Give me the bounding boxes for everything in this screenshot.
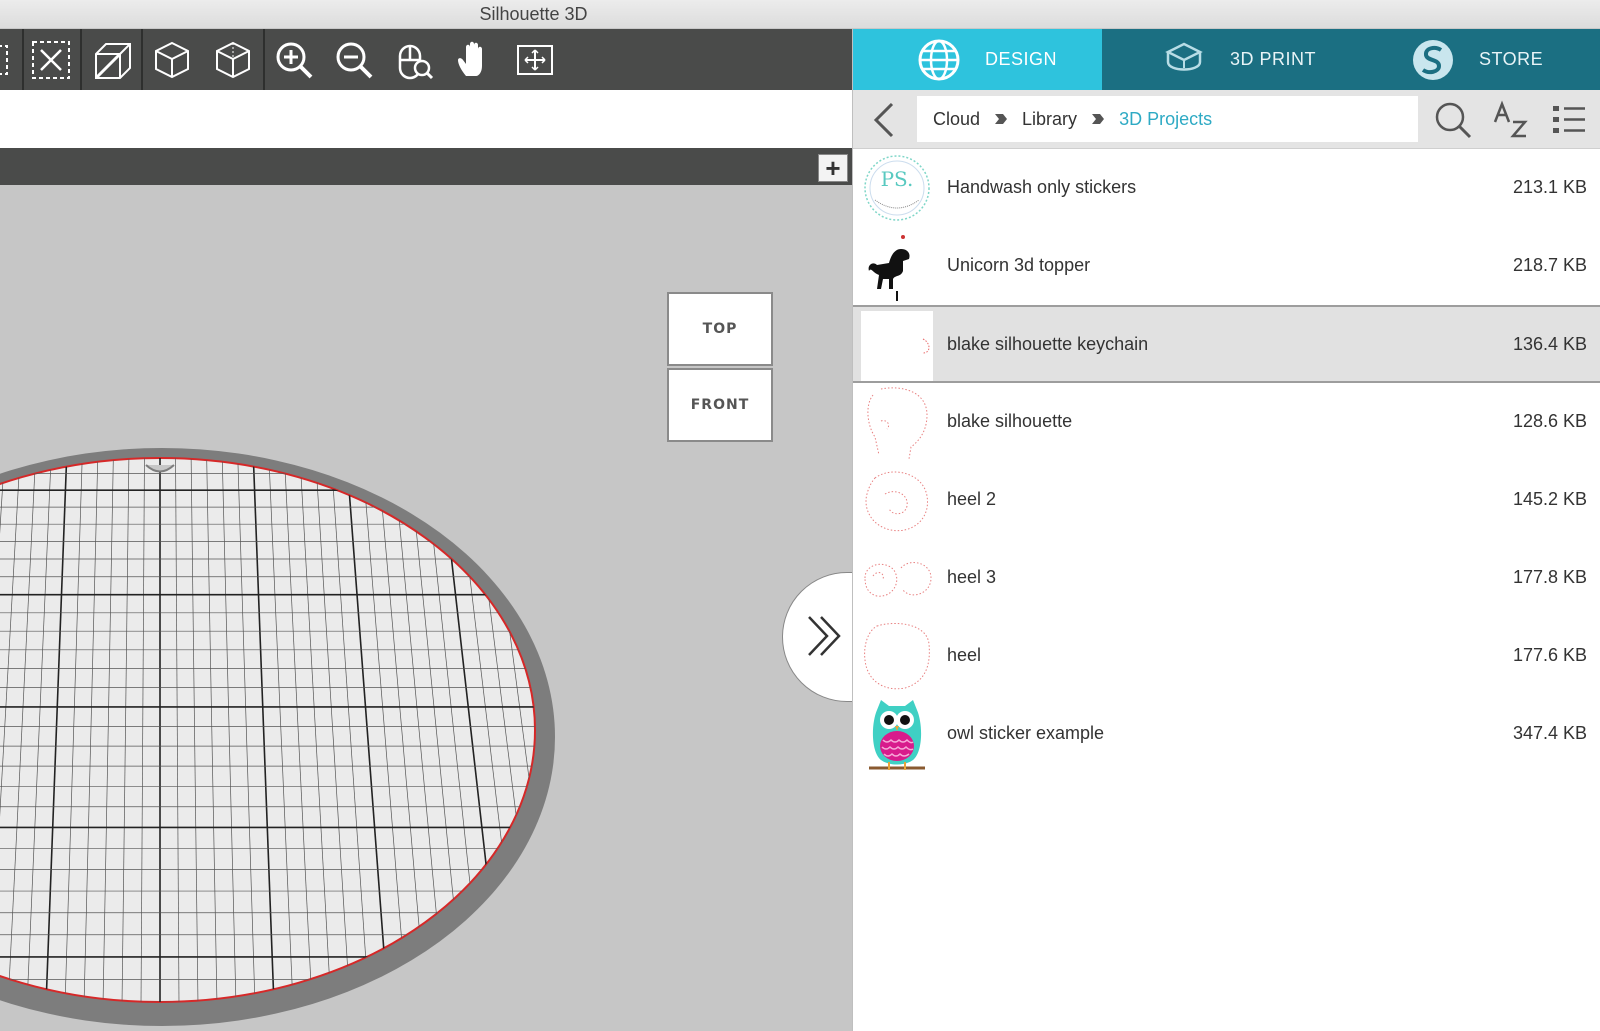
list-item[interactable]: owl sticker example 347.4 KB bbox=[853, 695, 1600, 773]
library-panel: DESIGN 3D PRINT STORE Cloud Library 3D P… bbox=[852, 29, 1600, 1031]
file-size: 347.4 KB bbox=[1512, 723, 1587, 743]
back-button[interactable] bbox=[863, 98, 903, 142]
list-item[interactable]: heel 177.6 KB bbox=[853, 617, 1600, 695]
heel3-thumb bbox=[861, 543, 933, 613]
file-size: 145.2 KB bbox=[1512, 489, 1587, 509]
add-page-button[interactable]: + bbox=[818, 154, 848, 182]
file-size: 213.1 KB bbox=[1512, 177, 1587, 197]
tab-store-label: STORE bbox=[1479, 49, 1544, 69]
3d-canvas[interactable]: TOP FRONT bbox=[0, 185, 852, 1031]
list-item[interactable]: Unicorn 3d topper 218.7 KB bbox=[853, 227, 1600, 305]
breadcrumb: Cloud Library 3D Projects bbox=[917, 96, 1418, 142]
pan-hand-icon[interactable] bbox=[445, 29, 503, 90]
breadcrumb-library[interactable]: Library bbox=[1022, 109, 1077, 130]
blake-outline-thumb bbox=[861, 387, 933, 459]
zoom-select-icon[interactable] bbox=[385, 29, 443, 90]
zoom-in-icon[interactable] bbox=[265, 29, 323, 90]
list-item[interactable]: heel 2 145.2 KB bbox=[853, 461, 1600, 539]
globe-icon bbox=[915, 36, 963, 84]
breadcrumb-arrow-icon bbox=[1091, 112, 1105, 126]
app-window: Silhouette 3D + TOP FRONT DESIGN 3D PRIN… bbox=[0, 0, 1600, 1031]
list-view-icon[interactable] bbox=[1547, 98, 1591, 142]
sort-az-icon[interactable] bbox=[1489, 98, 1533, 142]
file-name: heel 3 bbox=[947, 567, 997, 587]
file-size: 218.7 KB bbox=[1512, 255, 1587, 275]
file-name: owl sticker example bbox=[947, 723, 1105, 743]
file-list: PS. Handwash only stickers 213.1 KB Unic… bbox=[853, 149, 1600, 773]
main-toolbar bbox=[0, 29, 852, 90]
cube-iso-icon[interactable] bbox=[204, 29, 262, 90]
window-title: Silhouette 3D bbox=[479, 4, 588, 24]
owl-thumb bbox=[861, 699, 933, 770]
double-chevron-right-icon bbox=[808, 616, 841, 656]
extrude-box-icon[interactable] bbox=[83, 29, 141, 90]
zoom-out-icon[interactable] bbox=[325, 29, 383, 90]
file-size: 128.6 KB bbox=[1512, 411, 1587, 431]
cube-view-icon[interactable] bbox=[143, 29, 201, 90]
unicorn-thumb bbox=[861, 231, 933, 301]
heel2-thumb bbox=[861, 465, 933, 535]
file-size: 177.6 KB bbox=[1512, 645, 1587, 665]
search-icon[interactable] bbox=[1431, 98, 1475, 142]
deselect-icon[interactable] bbox=[22, 29, 80, 90]
tab-design[interactable]: DESIGN bbox=[853, 29, 1102, 90]
breadcrumb-cloud[interactable]: Cloud bbox=[933, 109, 980, 130]
fit-page-icon[interactable] bbox=[506, 29, 564, 90]
file-name: heel bbox=[947, 645, 982, 665]
title-bar: Silhouette 3D bbox=[0, 0, 1600, 29]
file-name: Unicorn 3d topper bbox=[947, 255, 1091, 275]
file-name: Handwash only stickers bbox=[947, 177, 1137, 197]
list-item[interactable]: blake silhouette 128.6 KB bbox=[853, 383, 1600, 461]
page-tabs-bar bbox=[0, 148, 852, 185]
keychain-thumb bbox=[861, 311, 933, 381]
ps-sticker-thumb: PS. bbox=[861, 153, 933, 223]
tab-store[interactable]: STORE bbox=[1351, 29, 1600, 90]
view-cube-top[interactable]: TOP bbox=[667, 292, 773, 366]
silhouette-s-icon bbox=[1409, 36, 1457, 84]
list-item[interactable]: blake silhouette keychain 136.4 KB bbox=[853, 305, 1600, 383]
list-item[interactable]: PS. Handwash only stickers 213.1 KB bbox=[853, 149, 1600, 227]
file-size: 177.8 KB bbox=[1512, 567, 1587, 587]
view-cube-front[interactable]: FRONT bbox=[667, 368, 773, 442]
panel-tabs: DESIGN 3D PRINT STORE bbox=[853, 29, 1600, 90]
tab-3d-print-label: 3D PRINT bbox=[1230, 49, 1317, 69]
file-name: heel 2 bbox=[947, 489, 997, 509]
properties-strip bbox=[0, 90, 852, 148]
select-icon[interactable] bbox=[0, 29, 22, 90]
chevron-left-icon bbox=[873, 102, 894, 138]
list-item[interactable]: heel 3 177.8 KB bbox=[853, 539, 1600, 617]
file-name: blake silhouette keychain bbox=[947, 333, 1149, 354]
breadcrumb-arrow-icon bbox=[994, 112, 1008, 126]
tab-3d-print[interactable]: 3D PRINT bbox=[1102, 29, 1351, 90]
svg-text:PS.: PS. bbox=[881, 167, 914, 191]
printer-box-icon bbox=[1160, 36, 1208, 84]
view-cube[interactable]: TOP FRONT bbox=[667, 292, 775, 442]
file-name: blake silhouette bbox=[947, 411, 1073, 431]
breadcrumb-3d-projects[interactable]: 3D Projects bbox=[1119, 109, 1212, 130]
tab-design-label: DESIGN bbox=[985, 49, 1058, 69]
file-size: 136.4 KB bbox=[1512, 333, 1587, 354]
heel-thumb bbox=[861, 621, 933, 691]
breadcrumb-bar: Cloud Library 3D Projects bbox=[853, 90, 1600, 149]
